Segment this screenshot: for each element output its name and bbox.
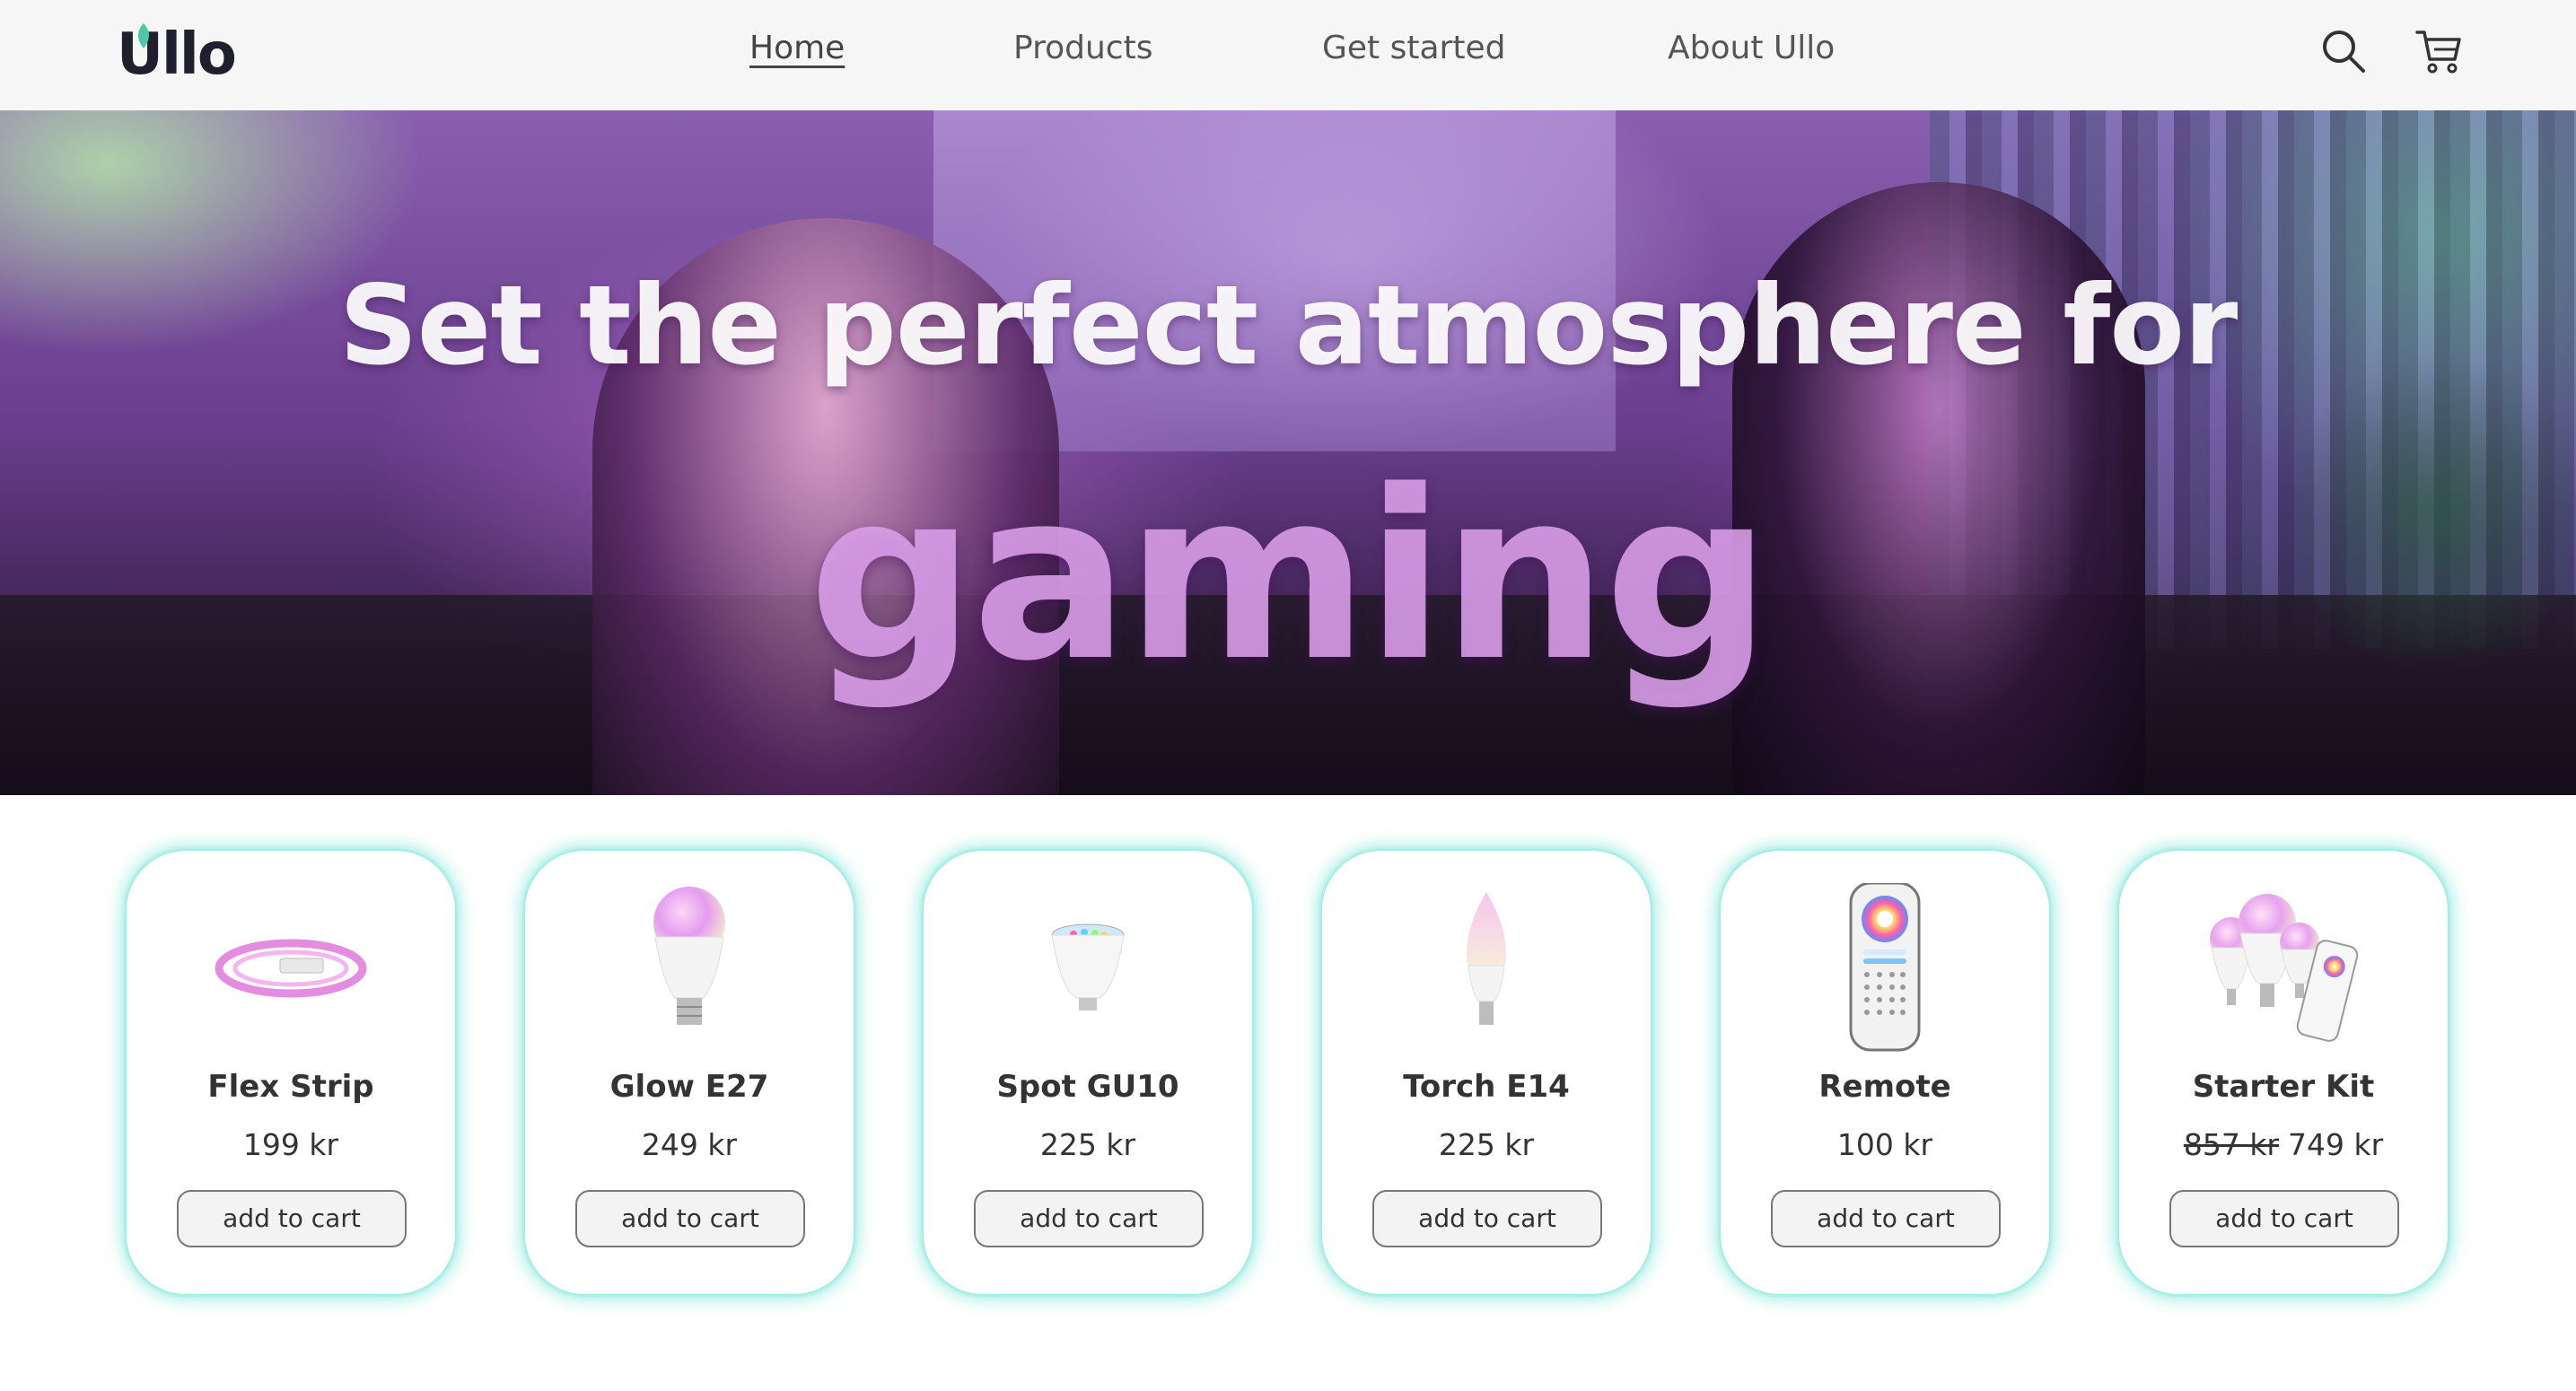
add-to-cart-button[interactable]: add to cart: [1372, 1190, 1602, 1247]
add-to-cart-button[interactable]: add to cart: [177, 1190, 407, 1247]
product-price-original: 857 kr: [2183, 1127, 2279, 1162]
product-name: Spot GU10: [996, 1069, 1179, 1105]
product-name: Torch E14: [1403, 1069, 1570, 1105]
product-price-current: 249 kr: [641, 1127, 738, 1162]
product-card-spot-gu10[interactable]: Spot GU10 225 kr add to cart: [924, 851, 1252, 1294]
leaf-icon: [138, 23, 149, 48]
product-price-current: 199 kr: [242, 1127, 339, 1162]
search-icon[interactable]: [2319, 27, 2368, 75]
product-card-flex-strip[interactable]: Flex Strip 199 kr add to cart: [127, 851, 455, 1294]
top-navbar: Ullo Home Products Get started About Ull…: [0, 0, 2576, 110]
bulb-e27-image: [653, 887, 725, 1025]
product-name: Flex Strip: [207, 1069, 374, 1105]
spot-gu10-image: [1051, 923, 1125, 1010]
led-strip-image: [215, 939, 367, 998]
product-name: Remote: [1818, 1069, 1951, 1105]
product-card-glow-e27[interactable]: Glow E27 249 kr add to cart: [525, 851, 854, 1294]
product-card-torch-e14[interactable]: Torch E14 225 kr add to cart: [1322, 851, 1651, 1294]
product-card-remote[interactable]: Remote 100 kr add to cart: [1721, 851, 2049, 1294]
add-to-cart-button[interactable]: add to cart: [575, 1190, 805, 1247]
hero-highlight-word: gaming: [808, 442, 1772, 713]
product-price: 225 kr: [924, 1125, 1252, 1165]
add-to-cart-button[interactable]: add to cart: [1771, 1190, 2001, 1247]
product-price: 199 kr: [127, 1125, 455, 1165]
nav-products[interactable]: Products: [1013, 27, 1152, 70]
product-price-current: 749 kr: [2288, 1127, 2384, 1162]
product-price-current: 100 kr: [1836, 1127, 1933, 1162]
product-price-current: 225 kr: [1438, 1127, 1535, 1162]
product-name: Glow E27: [609, 1069, 769, 1105]
ullo-logo[interactable]: Ullo: [117, 23, 251, 86]
cart-icon[interactable]: [2414, 27, 2463, 75]
product-price: 857 kr 749 kr: [2119, 1125, 2448, 1165]
product-card-starter-kit[interactable]: Starter Kit 857 kr 749 kr add to cart: [2119, 851, 2448, 1294]
product-price: 100 kr: [1721, 1125, 2049, 1165]
nav-get-started[interactable]: Get started: [1322, 27, 1505, 70]
product-price: 225 kr: [1322, 1125, 1651, 1165]
nav-about-ullo[interactable]: About Ullo: [1668, 27, 1835, 70]
add-to-cart-button[interactable]: add to cart: [974, 1190, 1204, 1247]
remote-image: [1849, 883, 1921, 1052]
candle-e14-image: [1466, 892, 1507, 1025]
product-price: 249 kr: [525, 1125, 854, 1165]
hero-banner: Set the perfect atmosphere for gaming: [0, 110, 2576, 795]
product-name: Starter Kit: [2192, 1069, 2375, 1105]
hero-headline: Set the perfect atmosphere for: [338, 262, 2239, 389]
add-to-cart-button[interactable]: add to cart: [2169, 1190, 2399, 1247]
nav-home[interactable]: Home: [749, 27, 845, 70]
product-price-current: 225 kr: [1039, 1127, 1136, 1162]
starter-kit-image: [2210, 894, 2359, 1042]
